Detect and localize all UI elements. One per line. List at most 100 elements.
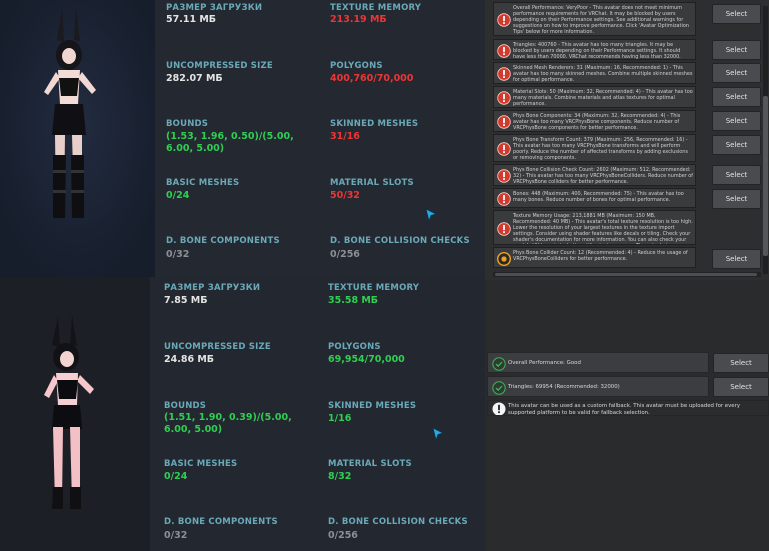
warning-message-text: Phys Bone Transform Count: 379 (Maximum:… — [513, 137, 688, 161]
material-slots-value: 8/32 — [328, 471, 352, 482]
texture-memory-label: TEXTURE MEMORY — [328, 283, 420, 293]
warning-icon — [496, 251, 512, 266]
warning-message-text: Overall Performance: VeryPoor - This ava… — [513, 5, 689, 35]
error-icon — [497, 191, 511, 206]
basic-meshes-value: 0/24 — [164, 471, 188, 482]
error-icon — [497, 168, 511, 183]
warning-message: Skinned Mesh Renderers: 31 (Maximum: 16,… — [493, 62, 696, 84]
error-icon — [497, 141, 511, 156]
warning-message-text: Material Slots: 50 (Maximum: 32, Recomme… — [513, 89, 693, 107]
material-slots-label: MATERIAL SLOTS — [328, 459, 412, 469]
warning-message: Phys Bone Transform Count: 379 (Maximum:… — [493, 134, 696, 162]
error-icon — [497, 114, 511, 129]
select-button[interactable]: Select — [712, 63, 761, 83]
warning-message: Phys Bone Collision Check Count: 2602 (M… — [493, 164, 696, 186]
select-button[interactable]: Select — [712, 40, 761, 60]
texture-memory-label: TEXTURE MEMORY — [330, 3, 422, 13]
warning-message-text: Skinned Mesh Renderers: 31 (Maximum: 16,… — [513, 65, 693, 83]
error-icon — [497, 221, 511, 236]
info-icon — [492, 401, 506, 415]
top-avatar-stats-panel: РАЗМЕР ЗАГРУЗКИ 57.11 МБ TEXTURE MEMORY … — [0, 0, 485, 277]
uncompressed-size-label: UNCOMPRESSED SIZE — [164, 342, 271, 352]
horizontal-scrollbar[interactable] — [493, 272, 761, 277]
uncompressed-size-value: 24.86 МБ — [164, 354, 215, 365]
status-message: Overall Performance: Good — [487, 352, 709, 373]
bone-components-label: D. BONE COMPONENTS — [166, 236, 280, 246]
bone-collision-value: 0/256 — [328, 530, 358, 541]
bounds-value: (1.51, 1.90, 0.39)/(5.00, 6.00, 5.00) — [164, 412, 292, 435]
polygons-label: POLYGONS — [330, 61, 383, 71]
skinned-meshes-label: SKINNED MESHES — [330, 119, 419, 129]
basic-meshes-value: 0/24 — [166, 190, 190, 201]
texture-memory-value: 35.58 МБ — [328, 295, 379, 306]
skinned-meshes-label: SKINNED MESHES — [328, 401, 417, 411]
top-avatar-warnings-list[interactable]: Overall Performance: VeryPoor - This ava… — [485, 0, 769, 280]
select-button[interactable]: Select — [712, 249, 761, 269]
select-button[interactable]: Select — [713, 353, 769, 373]
bottom-avatar-warnings-list[interactable]: Overall Performance: Good Select Triangles… — [485, 348, 769, 420]
warning-message-text: Phys Bone Components: 34 (Maximum: 32, R… — [513, 113, 681, 131]
vertical-scrollbar[interactable] — [763, 6, 768, 274]
bone-collision-label: D. BONE COLLISION CHECKS — [330, 236, 470, 246]
avatar-figure-icon — [0, 277, 150, 551]
mouse-cursor-icon — [425, 208, 437, 222]
error-icon — [497, 12, 511, 27]
uncompressed-size-value: 282.07 МБ — [166, 73, 223, 84]
error-icon — [497, 90, 511, 105]
status-message-text: Triangles: 69954 (Recommended: 32000) — [508, 384, 620, 390]
status-message-text: This avatar can be used as a custom fall… — [508, 403, 741, 416]
warning-message: Phys Bone Components: 34 (Maximum: 32, R… — [493, 110, 696, 132]
texture-memory-value: 213.19 МБ — [330, 14, 387, 25]
warning-message: Material Slots: 50 (Maximum: 32, Recomme… — [493, 86, 696, 108]
select-button[interactable]: Select — [712, 4, 761, 24]
bone-collision-value: 0/256 — [330, 249, 360, 260]
select-button[interactable]: Select — [712, 189, 761, 209]
good-icon — [492, 380, 506, 395]
validation-messages-panel: Overall Performance: VeryPoor - This ava… — [485, 0, 769, 551]
status-message-text: Overall Performance: Good — [508, 360, 581, 366]
warning-message: Overall Performance: VeryPoor - This ava… — [493, 2, 696, 36]
warning-message: Triangles: 400760 - This avatar has too … — [493, 39, 696, 60]
basic-meshes-label: BASIC MESHES — [166, 178, 240, 188]
select-button[interactable]: Select — [712, 111, 761, 131]
status-message: This avatar can be used as a custom fall… — [487, 400, 769, 416]
select-button[interactable]: Select — [712, 135, 761, 155]
skinned-meshes-value: 31/16 — [330, 131, 360, 142]
error-icon — [497, 66, 511, 81]
material-slots-label: MATERIAL SLOTS — [330, 178, 414, 188]
bounds-label: BOUNDS — [164, 401, 207, 411]
polygons-label: POLYGONS — [328, 342, 381, 352]
bone-components-label: D. BONE COMPONENTS — [164, 517, 278, 527]
warning-message-text: Phys Bone Collider Count: 12 (Recommende… — [513, 250, 688, 262]
polygons-value: 400,760/70,000 — [330, 73, 414, 84]
warning-message-text: Bones: 448 (Maximum: 400, Recommended: 7… — [513, 191, 684, 203]
uncompressed-size-label: UNCOMPRESSED SIZE — [166, 61, 273, 71]
download-size-value: 57.11 МБ — [166, 14, 217, 25]
warning-message-text: Triangles: 400760 - This avatar has too … — [513, 42, 681, 60]
scrollbar-thumb[interactable] — [495, 273, 757, 276]
bounds-value: (1.53, 1.96, 0.50)/(5.00, 6.00, 5.00) — [166, 131, 294, 154]
basic-meshes-label: BASIC MESHES — [164, 459, 238, 469]
warning-message: Phys Bone Collider Count: 12 (Recommende… — [493, 247, 696, 268]
warning-message: Bones: 448 (Maximum: 400, Recommended: 7… — [493, 188, 696, 208]
bottom-avatar-stats-panel: РАЗМЕР ЗАГРУЗКИ 7.85 МБ TEXTURE MEMORY 3… — [0, 277, 485, 551]
warning-message: Texture Memory Usage: 213,1881 MB (Maxim… — [493, 210, 696, 245]
scrollbar-thumb[interactable] — [763, 96, 768, 256]
warning-message-text: Phys Bone Collision Check Count: 2602 (M… — [513, 167, 694, 185]
material-slots-value: 50/32 — [330, 190, 360, 201]
good-icon — [492, 356, 506, 371]
bounds-label: BOUNDS — [166, 119, 209, 129]
avatar-figure-icon — [0, 0, 155, 277]
bone-components-value: 0/32 — [166, 249, 190, 260]
select-button[interactable]: Select — [712, 87, 761, 107]
bone-components-value: 0/32 — [164, 530, 188, 541]
download-size-value: 7.85 МБ — [164, 295, 208, 306]
select-button[interactable]: Select — [712, 165, 761, 185]
download-size-label: РАЗМЕР ЗАГРУЗКИ — [166, 3, 263, 13]
bottom-avatar-thumbnail — [0, 277, 150, 551]
select-button[interactable]: Select — [713, 377, 769, 397]
mouse-cursor-icon — [432, 427, 444, 441]
download-size-label: РАЗМЕР ЗАГРУЗКИ — [164, 283, 261, 293]
polygons-value: 69,954/70,000 — [328, 354, 405, 365]
warning-message-text: Texture Memory Usage: 213,1881 MB (Maxim… — [513, 213, 693, 244]
